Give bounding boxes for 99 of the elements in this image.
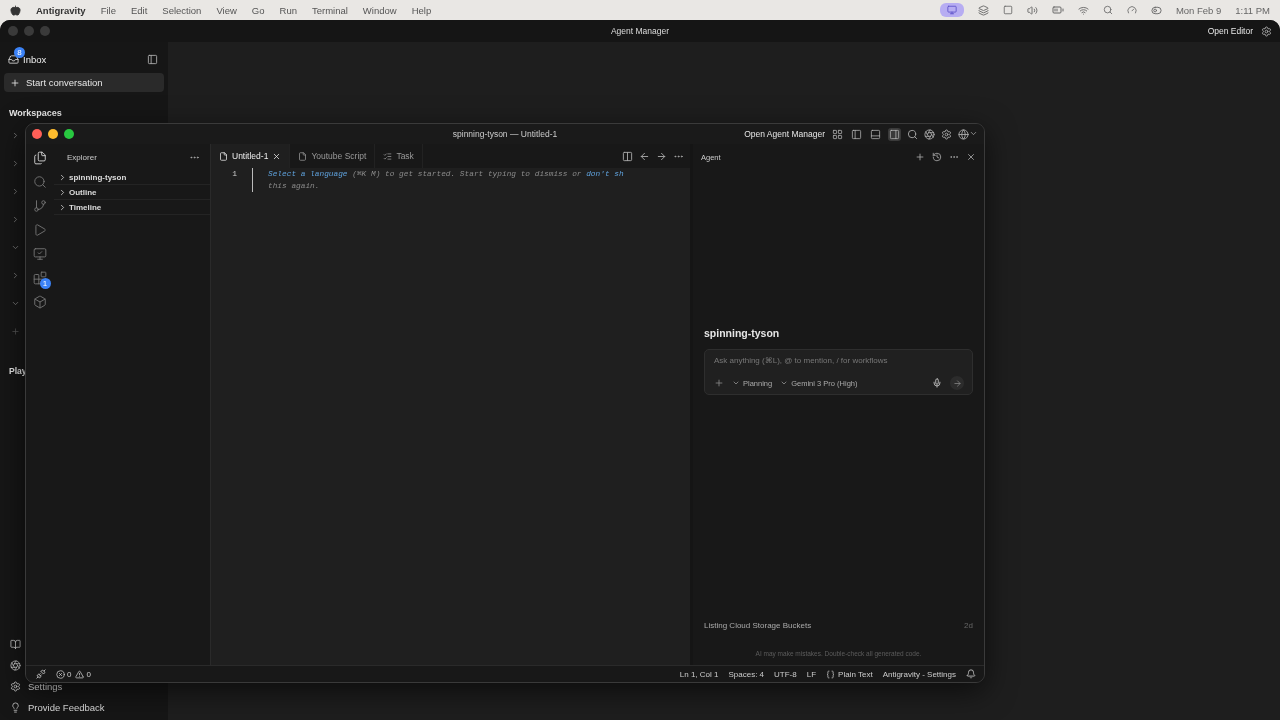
warning-icon: [75, 669, 85, 679]
sidebar-toggle-button[interactable]: [147, 53, 158, 65]
volume-icon[interactable]: [1026, 4, 1038, 16]
aperture-icon[interactable]: [10, 660, 21, 671]
menu-item[interactable]: Selection: [162, 4, 202, 16]
menu-item[interactable]: Run: [279, 4, 297, 16]
status-item[interactable]: LF: [806, 669, 817, 679]
layout-toggle-button[interactable]: [831, 127, 844, 141]
menu-item[interactable]: File: [100, 4, 116, 16]
account-button[interactable]: [958, 128, 978, 140]
error-icon: [56, 669, 65, 679]
app-menu[interactable]: Antigravity: [36, 4, 86, 16]
explorer-section[interactable]: spinning-tyson: [54, 170, 210, 185]
settings-icon: [10, 681, 21, 692]
settings-button[interactable]: [1261, 25, 1272, 37]
close-button[interactable]: [966, 152, 976, 162]
layout-toggle-button[interactable]: [869, 127, 882, 141]
line-number: 1: [231, 168, 238, 180]
explorer-section[interactable]: Timeline: [54, 200, 210, 215]
start-conversation-button[interactable]: Start conversation: [4, 73, 164, 92]
close-button[interactable]: [32, 129, 42, 139]
monitor-icon: [32, 247, 47, 261]
inbox-icon[interactable]: [8, 53, 19, 65]
workspace-title: spinning-tyson: [704, 327, 781, 341]
window-title: Agent Manager: [610, 26, 670, 36]
play-icon: [32, 223, 47, 237]
send-button[interactable]: [950, 376, 964, 390]
checklist-icon: [383, 151, 393, 161]
file-icon: [298, 151, 308, 161]
back-button[interactable]: [639, 150, 650, 162]
file-icon: [219, 151, 228, 161]
unread-badge: 8: [14, 46, 25, 58]
layers-icon[interactable]: [977, 4, 989, 16]
files-icon: [32, 151, 47, 165]
layout-toggle-button[interactable]: [888, 127, 901, 141]
menu-item[interactable]: Help: [411, 4, 432, 16]
editor-tab[interactable]: Untitled-1: [211, 144, 291, 168]
bell-icon[interactable]: [966, 669, 976, 679]
explorer-title: Explorer: [67, 152, 97, 162]
search-icon: [32, 175, 47, 189]
menu-item[interactable]: View: [216, 4, 237, 16]
globe-icon: [958, 128, 969, 140]
add-icon[interactable]: [714, 378, 724, 388]
close-icon[interactable]: [272, 151, 282, 161]
chevron-icon[interactable]: [11, 130, 20, 140]
plus-icon: [10, 77, 20, 88]
search-button[interactable]: [907, 128, 918, 140]
screen-share-indicator[interactable]: [939, 3, 964, 17]
book-icon[interactable]: [10, 639, 21, 650]
microphone-icon[interactable]: [932, 378, 942, 388]
status-item[interactable]: Plain Text: [826, 669, 873, 679]
control-center-icon[interactable]: [1150, 4, 1162, 16]
menu-item[interactable]: Terminal: [311, 4, 348, 16]
gauge-icon[interactable]: [1126, 5, 1137, 15]
footer-link[interactable]: Settings: [28, 681, 63, 692]
problems-indicator[interactable]: 0 0: [56, 669, 91, 679]
aperture-button[interactable]: [924, 128, 935, 140]
caret-icon: [780, 379, 789, 387]
open-editor-button[interactable]: Open Editor: [1207, 26, 1253, 36]
history-button[interactable]: [932, 152, 942, 162]
menu-item[interactable]: Edit: [130, 4, 148, 16]
blocks-icon: [32, 271, 47, 285]
window-title: spinning-tyson — Untitled-1: [452, 129, 558, 139]
cube-icon: [32, 295, 47, 309]
status-item[interactable]: Spaces: 4: [728, 669, 765, 679]
explorer-section[interactable]: Outline: [54, 185, 210, 200]
search-icon[interactable]: [1102, 5, 1113, 15]
menu-item[interactable]: Window: [362, 4, 397, 16]
braces-icon: [826, 669, 836, 679]
count-badge: 1: [39, 278, 51, 289]
arrow-icon: [952, 378, 962, 388]
apple-icon[interactable]: [10, 4, 21, 16]
split-editor-button[interactable]: [622, 150, 633, 162]
forward-button[interactable]: [656, 150, 667, 162]
status-item[interactable]: Ln 1, Col 1: [679, 669, 719, 679]
remote-icon[interactable]: [36, 669, 46, 679]
square-icon[interactable]: [1002, 5, 1013, 15]
battery-icon[interactable]: [1051, 4, 1064, 16]
branch-icon: [32, 199, 47, 213]
status-item[interactable]: UTF-8: [774, 669, 797, 679]
caret-icon: [732, 379, 740, 387]
activity-bar-button[interactable]: 1: [29, 270, 51, 289]
menu-bar-time[interactable]: 1:11 PM: [1235, 4, 1270, 16]
settings-button[interactable]: [941, 128, 952, 140]
conversation-age: 2d: [964, 620, 973, 630]
menu-item[interactable]: Go: [251, 4, 265, 16]
zoom-button[interactable]: [64, 129, 74, 139]
minimize-button[interactable]: [48, 129, 58, 139]
footer-link[interactable]: Provide Feedback: [28, 702, 105, 713]
new-chat-button[interactable]: [915, 152, 925, 162]
open-agent-manager-button[interactable]: Open Agent Manager: [744, 129, 825, 139]
inbox-label[interactable]: Inbox: [23, 53, 47, 65]
lightbulb-icon: [10, 702, 21, 713]
menu-bar-date[interactable]: Mon Feb 9: [1175, 4, 1222, 16]
wifi-icon[interactable]: [1077, 4, 1089, 16]
section-heading: Workspaces: [8, 107, 63, 120]
conversation-title[interactable]: Listing Cloud Storage Buckets: [704, 620, 812, 630]
layout-toggle-button[interactable]: [850, 127, 863, 141]
status-item[interactable]: Antigravity - Settings: [882, 669, 956, 679]
